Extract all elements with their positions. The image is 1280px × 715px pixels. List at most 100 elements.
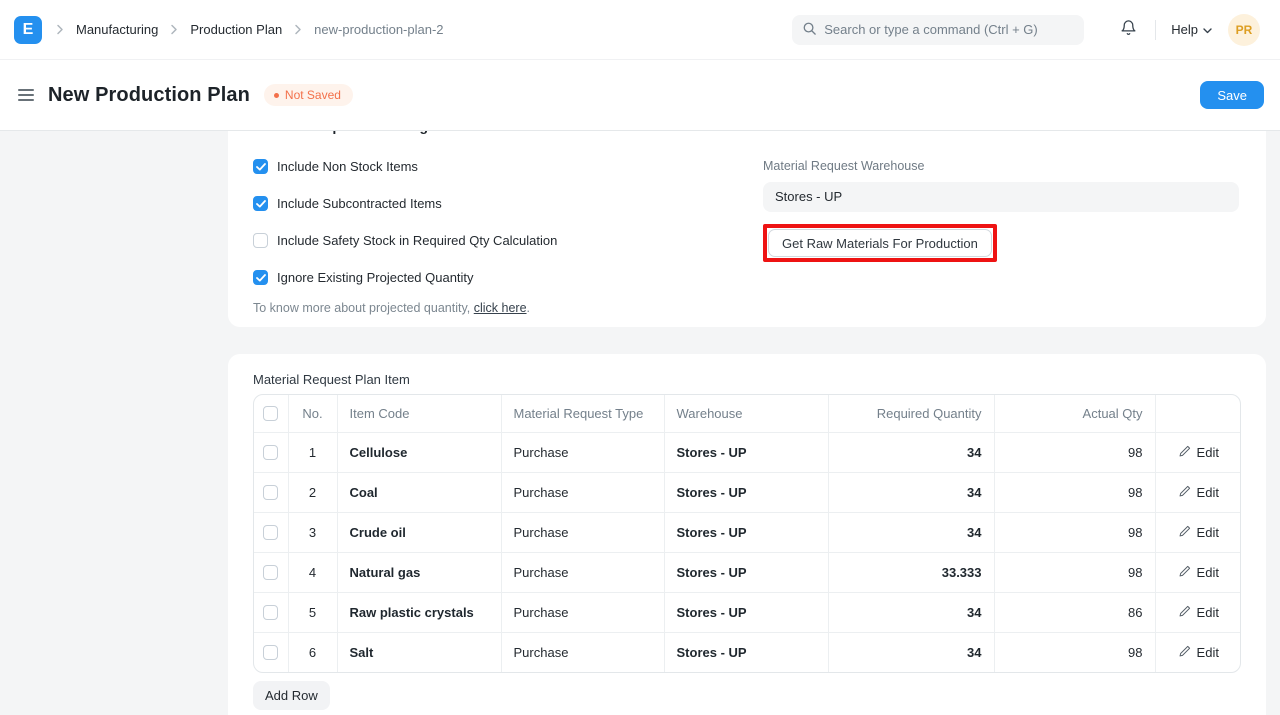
get-raw-materials-button[interactable]: Get Raw Materials For Production: [768, 229, 992, 257]
item-code-cell: Natural gas: [337, 552, 501, 592]
navbar-right-group: Help PR: [792, 14, 1260, 46]
row-number: 2: [288, 472, 337, 512]
warehouse-cell: Stores - UP: [664, 632, 828, 672]
material-request-type-cell: Purchase: [501, 472, 664, 512]
required-quantity-cell: 34: [828, 512, 994, 552]
warehouse-cell: Stores - UP: [664, 432, 828, 472]
actual-qty-cell: 98: [994, 632, 1155, 672]
pencil-icon: [1179, 445, 1191, 460]
search-input[interactable]: [824, 22, 1074, 37]
edit-row-button[interactable]: Edit: [1179, 485, 1219, 500]
checkbox-label: Include Safety Stock in Required Qty Cal…: [277, 233, 557, 248]
section-heading-clipped: Material Request Planning: [253, 131, 428, 134]
breadcrumb-item-manufacturing[interactable]: Manufacturing: [76, 22, 158, 37]
pencil-icon: [1179, 565, 1191, 580]
row-number: 1: [288, 432, 337, 472]
edit-row-button[interactable]: Edit: [1179, 525, 1219, 540]
material-request-type-cell: Purchase: [501, 592, 664, 632]
pencil-icon: [1179, 525, 1191, 540]
item-code-cell: Crude oil: [337, 512, 501, 552]
edit-row-button[interactable]: Edit: [1179, 445, 1219, 460]
item-code-cell: Salt: [337, 632, 501, 672]
breadcrumb-item-current-doc[interactable]: new-production-plan-2: [314, 22, 443, 37]
actual-qty-cell: 86: [994, 592, 1155, 632]
checkbox-label: Include Subcontracted Items: [277, 196, 442, 211]
required-quantity-cell: 34: [828, 632, 994, 672]
chevron-right-icon: [170, 24, 178, 35]
search-icon: [802, 21, 817, 39]
checkbox-include-subcontracted-items[interactable]: Include Subcontracted Items: [253, 196, 557, 211]
row-number: 6: [288, 632, 337, 672]
help-menu[interactable]: Help: [1171, 22, 1212, 37]
checkbox-icon: [253, 233, 268, 248]
row-checkbox[interactable]: [263, 485, 278, 500]
save-button[interactable]: Save: [1200, 81, 1264, 109]
table-row: 2 Coal Purchase Stores - UP 34 98 Edit: [254, 472, 1241, 512]
edit-label: Edit: [1197, 485, 1219, 500]
checkbox-label: Include Non Stock Items: [277, 159, 418, 174]
checkbox-include-safety-stock[interactable]: Include Safety Stock in Required Qty Cal…: [253, 233, 557, 248]
chevron-right-icon: [294, 24, 302, 35]
material-request-type-cell: Purchase: [501, 552, 664, 592]
checkbox-column: Include Non Stock Items Include Subcontr…: [253, 159, 557, 315]
table-row: 4 Natural gas Purchase Stores - UP 33.33…: [254, 552, 1241, 592]
table-row: 3 Crude oil Purchase Stores - UP 34 98 E…: [254, 512, 1241, 552]
material-request-planning-section: Material Request Planning Include Non St…: [228, 131, 1266, 327]
checkbox-ignore-existing-projected-quantity[interactable]: Ignore Existing Projected Quantity: [253, 270, 557, 285]
row-checkbox[interactable]: [263, 525, 278, 540]
edit-row-button[interactable]: Edit: [1179, 605, 1219, 620]
actual-qty-cell: 98: [994, 472, 1155, 512]
item-code-cell: Coal: [337, 472, 501, 512]
row-number: 4: [288, 552, 337, 592]
checkbox-include-non-stock-items[interactable]: Include Non Stock Items: [253, 159, 557, 174]
material-request-type-cell: Purchase: [501, 632, 664, 672]
avatar[interactable]: PR: [1228, 14, 1260, 46]
edit-row-button[interactable]: Edit: [1179, 565, 1219, 580]
page-header: New Production Plan Not Saved Save: [0, 60, 1280, 131]
column-header-warehouse: Warehouse: [664, 395, 828, 432]
row-checkbox[interactable]: [263, 645, 278, 660]
help-text-suffix: .: [527, 301, 530, 315]
table-row: 5 Raw plastic crystals Purchase Stores -…: [254, 592, 1241, 632]
add-row-button[interactable]: Add Row: [253, 681, 330, 710]
item-code-cell: Raw plastic crystals: [337, 592, 501, 632]
actual-qty-cell: 98: [994, 512, 1155, 552]
pencil-icon: [1179, 645, 1191, 660]
column-header-actual-qty: Actual Qty: [994, 395, 1155, 432]
checkbox-icon: [253, 270, 268, 285]
row-checkbox[interactable]: [263, 445, 278, 460]
breadcrumb-item-production-plan[interactable]: Production Plan: [190, 22, 282, 37]
grid-title: Material Request Plan Item: [253, 372, 1241, 387]
warehouse-cell: Stores - UP: [664, 552, 828, 592]
main-content: Material Request Planning Include Non St…: [0, 131, 1280, 715]
warehouse-cell: Stores - UP: [664, 512, 828, 552]
material-request-warehouse-input[interactable]: Stores - UP: [763, 182, 1239, 212]
app-logo[interactable]: E: [14, 16, 42, 44]
click-here-link[interactable]: click here: [474, 301, 527, 315]
red-highlight-annotation: Get Raw Materials For Production: [763, 224, 997, 262]
edit-row-button[interactable]: Edit: [1179, 645, 1219, 660]
warehouse-cell: Stores - UP: [664, 472, 828, 512]
item-code-cell: Cellulose: [337, 432, 501, 472]
chevron-down-icon: [1203, 22, 1212, 37]
menu-icon[interactable]: [18, 89, 34, 101]
avatar-initials: PR: [1236, 23, 1253, 37]
required-quantity-cell: 34: [828, 472, 994, 512]
global-search[interactable]: [792, 15, 1084, 45]
row-number: 5: [288, 592, 337, 632]
material-request-warehouse-label: Material Request Warehouse: [763, 159, 1239, 173]
edit-label: Edit: [1197, 605, 1219, 620]
row-checkbox[interactable]: [263, 605, 278, 620]
bell-icon: [1120, 19, 1137, 40]
navbar-divider: [1155, 20, 1156, 40]
row-checkbox[interactable]: [263, 565, 278, 580]
pencil-icon: [1179, 485, 1191, 500]
column-header-no: No.: [288, 395, 337, 432]
material-request-plan-item-grid: No. Item Code Material Request Type Ware…: [253, 394, 1241, 673]
column-header-item-code: Item Code: [337, 395, 501, 432]
material-request-plan-item-section: Material Request Plan Item No. Item Code…: [228, 354, 1266, 715]
notifications-button[interactable]: [1120, 19, 1137, 40]
edit-label: Edit: [1197, 525, 1219, 540]
select-all-checkbox[interactable]: [263, 406, 278, 421]
required-quantity-cell: 34: [828, 592, 994, 632]
